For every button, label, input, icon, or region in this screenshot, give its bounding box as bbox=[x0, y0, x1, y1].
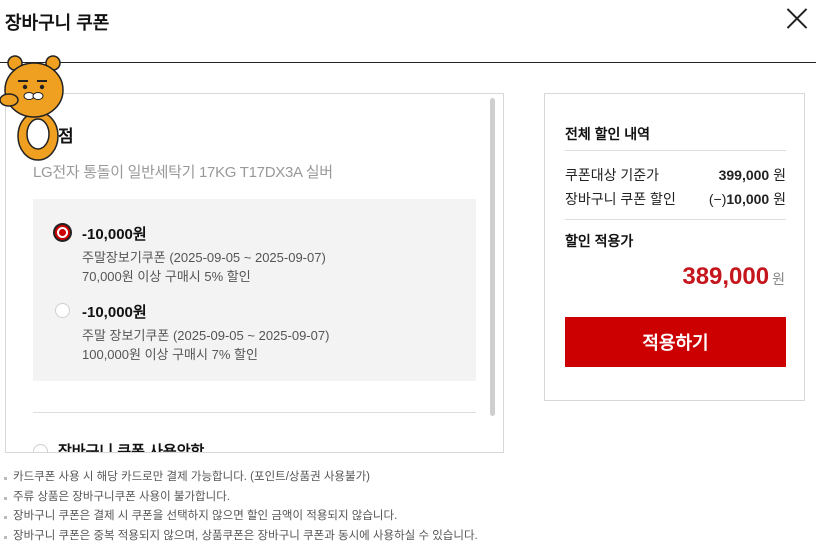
currency-unit: 원 bbox=[773, 167, 786, 183]
coupon-radio-selected[interactable] bbox=[55, 225, 70, 240]
coupon-list-panel[interactable]: 점 LG전자 통돌이 일반세탁기 17KG T17DX3A 실버 -10,000… bbox=[5, 93, 504, 453]
no-coupon-label: 장바구니 쿠폰 사용안함 bbox=[58, 443, 205, 453]
final-price-label: 할인 적용가 bbox=[565, 233, 634, 249]
modal-header: 장바구니 쿠폰 bbox=[0, 0, 816, 63]
base-price-label: 쿠폰대상 기준가 bbox=[565, 167, 660, 183]
notice-list: 카드쿠폰 사용 시 해당 카드로만 결제 가능합니다. (포인트/상품권 사용불… bbox=[4, 468, 478, 546]
coupon-amount: -10,000원 bbox=[82, 226, 147, 243]
coupon-radio[interactable] bbox=[55, 303, 70, 318]
coupon-name: 주말 장보기쿠폰 (2025-09-05 ~ 2025-09-07) bbox=[82, 328, 330, 343]
summary-title: 전체 할인 내역 bbox=[565, 126, 651, 142]
divider bbox=[565, 150, 786, 151]
close-icon[interactable] bbox=[786, 7, 808, 29]
coupon-options-box: -10,000원 주말장보기쿠폰 (2025-09-05 ~ 2025-09-0… bbox=[33, 199, 476, 381]
notice-item: 장바구니 쿠폰은 중복 적용되지 않으며, 상품쿠폰은 장바구니 쿠폰과 동시에… bbox=[4, 527, 478, 547]
coupon-amount: -10,000원 bbox=[82, 304, 147, 321]
coupon-name: 주말장보기쿠폰 (2025-09-05 ~ 2025-09-07) bbox=[82, 250, 326, 265]
currency-unit: 원 bbox=[773, 191, 786, 207]
discount-prefix: (−) bbox=[708, 191, 727, 207]
divider bbox=[565, 219, 786, 220]
coupon-condition: 70,000원 이상 구매시 5% 할인 bbox=[82, 269, 251, 284]
scrollbar[interactable] bbox=[490, 98, 495, 416]
discount-label: 장바구니 쿠폰 할인 bbox=[565, 191, 676, 207]
coupon-condition: 100,000원 이상 구매시 7% 할인 bbox=[82, 347, 258, 362]
notice-item: 주류 상품은 장바구니쿠폰 사용이 불가합니다. bbox=[4, 488, 478, 508]
discount-summary-panel: 전체 할인 내역 쿠폰대상 기준가 399,000 원 장바구니 쿠폰 할인 (… bbox=[544, 93, 805, 401]
divider bbox=[33, 412, 476, 413]
apply-button[interactable]: 적용하기 bbox=[565, 317, 786, 367]
currency-unit: 원 bbox=[772, 271, 785, 287]
notice-item: 카드쿠폰 사용 시 해당 카드로만 결제 가능합니다. (포인트/상품권 사용불… bbox=[4, 468, 478, 488]
discount-value: 10,000 bbox=[726, 191, 770, 207]
no-coupon-radio[interactable] bbox=[33, 444, 48, 452]
modal-title: 장바구니 쿠폰 bbox=[5, 13, 110, 33]
base-price-value: 399,000 bbox=[718, 167, 770, 183]
final-price: 389,000 원 bbox=[682, 263, 785, 291]
notice-item: 장바구니 쿠폰은 결제 시 쿠폰을 선택하지 않으면 할인 금액이 적용되지 않… bbox=[4, 507, 478, 527]
product-name: LG전자 통돌이 일반세탁기 17KG T17DX3A 실버 bbox=[33, 164, 333, 181]
final-price-value: 389,000 bbox=[682, 263, 770, 290]
ryan-mascot-icon bbox=[0, 55, 64, 161]
